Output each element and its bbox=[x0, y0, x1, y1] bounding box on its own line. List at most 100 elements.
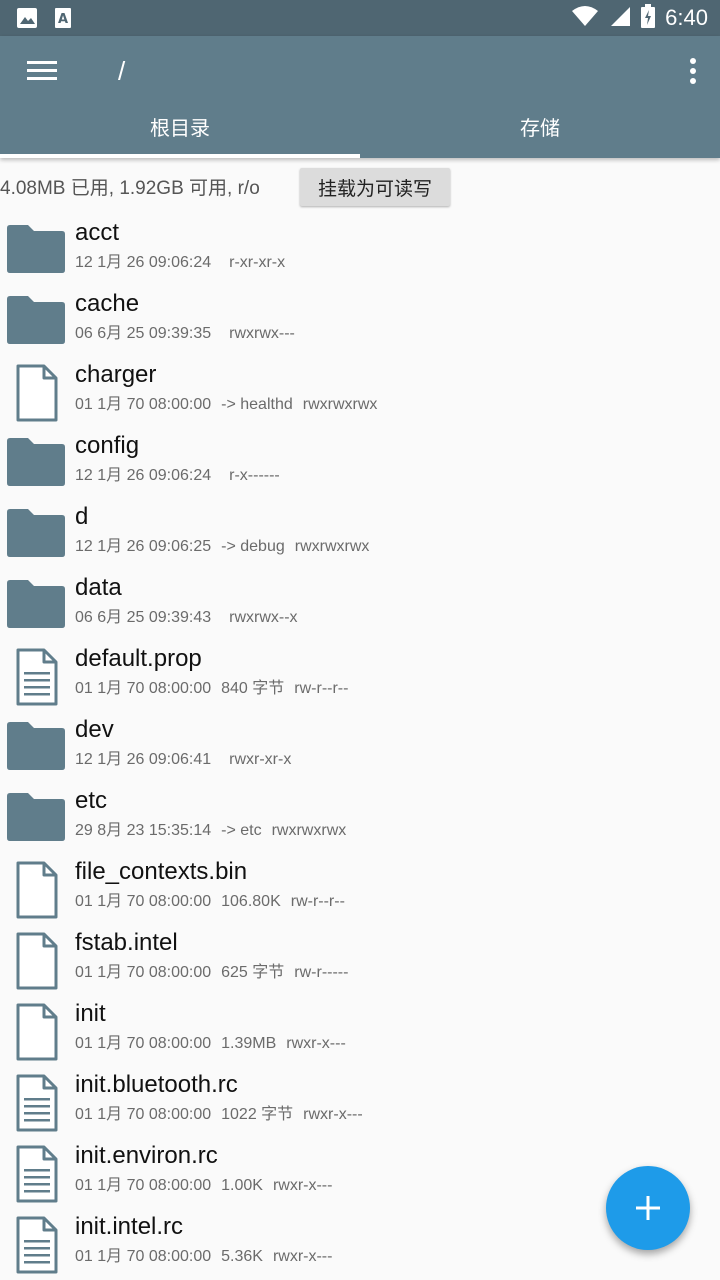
file-meta: 12 1月 26 09:06:25 -> debug rwxrwxrwx bbox=[75, 536, 379, 558]
file-permissions: rwxrwxrwx bbox=[294, 538, 370, 555]
file-date: 01 1月 70 08:00:00 bbox=[75, 1248, 212, 1265]
storage-info-bar: 4.08MB 已用, 1.92GB 可用, r/o 挂载为可读写 bbox=[0, 165, 720, 209]
file-name: config bbox=[75, 432, 140, 459]
overflow-menu-button[interactable] bbox=[688, 56, 698, 86]
file-name: etc bbox=[75, 787, 108, 814]
file-meta: 01 1月 70 08:00:00 1022 字节 rwxr-x--- bbox=[75, 1104, 373, 1126]
file-row[interactable]: cache 06 6月 25 09:39:35 rwxrwx--- bbox=[0, 283, 720, 354]
file-extra: 1.00K bbox=[221, 1177, 263, 1194]
hamburger-icon bbox=[27, 61, 57, 80]
folder-icon bbox=[6, 295, 66, 351]
file-row[interactable]: data 06 6月 25 09:39:43 rwxrwx--x bbox=[0, 567, 720, 638]
text-file-icon bbox=[6, 1074, 66, 1132]
file-name: init.bluetooth.rc bbox=[75, 1071, 238, 1098]
file-name: charger bbox=[75, 361, 157, 388]
file-row[interactable]: init.bluetooth.rc 01 1月 70 08:00:00 1022 字… bbox=[0, 1064, 720, 1135]
file-permissions: rwxr-x--- bbox=[286, 1035, 346, 1052]
text-file-icon bbox=[6, 1145, 66, 1203]
file-permissions: rw-r----- bbox=[294, 964, 349, 981]
file-row[interactable]: init 01 1月 70 08:00:00 1.39MB rwxr-x--- bbox=[0, 993, 720, 1064]
file-name: cache bbox=[75, 290, 140, 317]
more-vert-icon bbox=[690, 58, 696, 84]
svg-text:A: A bbox=[58, 12, 68, 27]
file-name: init.environ.rc bbox=[75, 1142, 218, 1169]
font-icon: A bbox=[54, 7, 72, 33]
file-meta: 06 6月 25 09:39:43 rwxrwx--x bbox=[75, 607, 308, 629]
file-name: data bbox=[75, 574, 122, 601]
file-extra: -> debug bbox=[221, 538, 285, 555]
file-date: 12 1月 26 09:06:24 bbox=[75, 254, 212, 271]
file-permissions: rwxrwx--- bbox=[229, 325, 295, 342]
file-name: dev bbox=[75, 716, 114, 743]
status-clock: 6:40 bbox=[665, 5, 708, 30]
file-meta: 01 1月 70 08:00:00 1.00K rwxr-x--- bbox=[75, 1175, 342, 1197]
menu-button[interactable] bbox=[24, 56, 60, 86]
file-row[interactable]: default.prop 01 1月 70 08:00:00 840 字节 rw-r-… bbox=[0, 638, 720, 709]
file-permissions: rwxr-x--- bbox=[272, 1248, 333, 1265]
file-date: 01 1月 70 08:00:00 bbox=[75, 1177, 212, 1194]
file-date: 01 1月 70 08:00:00 bbox=[75, 1106, 212, 1123]
file-row[interactable]: charger 01 1月 70 08:00:00 -> healthd rwxrwx… bbox=[0, 354, 720, 425]
file-icon bbox=[6, 1003, 66, 1061]
file-permissions: rwxrwxrwx bbox=[302, 396, 378, 413]
file-row[interactable]: file_contexts.bin 01 1月 70 08:00:00 106.80… bbox=[0, 851, 720, 922]
file-row[interactable]: fstab.intel 01 1月 70 08:00:00 625 字节 rw-r--… bbox=[0, 922, 720, 993]
signal-icon bbox=[609, 5, 631, 31]
file-name: init bbox=[75, 1000, 106, 1027]
text-file-icon bbox=[6, 648, 66, 706]
file-date: 12 1月 26 09:06:25 bbox=[75, 538, 212, 555]
file-row[interactable]: acct 12 1月 26 09:06:24 r-xr-xr-x bbox=[0, 212, 720, 283]
add-fab-button[interactable] bbox=[606, 1166, 690, 1250]
file-icon bbox=[6, 932, 66, 990]
file-name: default.prop bbox=[75, 645, 202, 672]
file-permissions: r-xr-xr-x bbox=[229, 254, 286, 271]
file-name: d bbox=[75, 503, 89, 530]
file-date: 12 1月 26 09:06:41 bbox=[75, 751, 212, 768]
file-extra: -> healthd bbox=[221, 396, 293, 413]
file-date: 06 6月 25 09:39:43 bbox=[75, 609, 212, 626]
file-meta: 01 1月 70 08:00:00 1.39MB rwxr-x--- bbox=[75, 1033, 356, 1055]
file-icon bbox=[6, 364, 66, 422]
file-meta: 01 1月 70 08:00:00 840 字节 rw-r--r-- bbox=[75, 678, 358, 700]
file-date: 01 1月 70 08:00:00 bbox=[75, 680, 212, 697]
file-date: 06 6月 25 09:39:35 bbox=[75, 325, 212, 342]
file-permissions: rwxrwxrwx bbox=[271, 822, 347, 839]
file-date: 01 1月 70 08:00:00 bbox=[75, 964, 212, 981]
mount-rw-button[interactable]: 挂载为可读写 bbox=[300, 168, 450, 206]
file-meta: 12 1月 26 09:06:24 r-xr-xr-x bbox=[75, 252, 295, 274]
image-icon bbox=[16, 7, 38, 33]
file-meta: 29 8月 23 15:35:14 -> etc rwxrwxrwx bbox=[75, 820, 356, 842]
file-extra: -> etc bbox=[221, 822, 262, 839]
tab-root[interactable]: 根目录 bbox=[0, 110, 360, 158]
file-meta: 06 6月 25 09:39:35 rwxrwx--- bbox=[75, 323, 305, 345]
file-row[interactable]: d 12 1月 26 09:06:25 -> debug rwxrwxrwx bbox=[0, 496, 720, 567]
file-row[interactable]: config 12 1月 26 09:06:24 r-x------ bbox=[0, 425, 720, 496]
file-name: init.intel.rc bbox=[75, 1213, 184, 1240]
file-name: file_contexts.bin bbox=[75, 858, 248, 885]
tab-bar: 根目录 存储 bbox=[0, 110, 720, 158]
file-icon bbox=[6, 861, 66, 919]
file-meta: 12 1月 26 09:06:24 r-x------ bbox=[75, 465, 290, 487]
status-bar: A 6:40 bbox=[0, 0, 720, 36]
file-extra: 106.80K bbox=[221, 893, 281, 910]
file-row[interactable]: etc 29 8月 23 15:35:14 -> etc rwxrwxrwx bbox=[0, 780, 720, 851]
file-extra: 625 字节 bbox=[221, 964, 285, 981]
file-row[interactable]: dev 12 1月 26 09:06:41 rwxr-xr-x bbox=[0, 709, 720, 780]
app-bar: / 根目录 存储 bbox=[0, 36, 720, 158]
file-date: 12 1月 26 09:06:24 bbox=[75, 467, 212, 484]
file-extra: 5.36K bbox=[221, 1248, 263, 1265]
wifi-icon bbox=[571, 5, 599, 31]
file-date: 01 1月 70 08:00:00 bbox=[75, 396, 212, 413]
file-name: fstab.intel bbox=[75, 929, 178, 956]
file-permissions: rw-r--r-- bbox=[290, 893, 345, 910]
file-extra: 1.39MB bbox=[221, 1035, 277, 1052]
tab-storage[interactable]: 存储 bbox=[360, 110, 720, 158]
battery-icon bbox=[641, 4, 656, 32]
folder-icon bbox=[6, 579, 66, 635]
file-permissions: rwxr-x--- bbox=[272, 1177, 333, 1194]
file-list: acct 12 1月 26 09:06:24 r-xr-xr-x cache 06 6月… bbox=[0, 212, 720, 1277]
file-date: 01 1月 70 08:00:00 bbox=[75, 1035, 212, 1052]
file-date: 01 1月 70 08:00:00 bbox=[75, 893, 212, 910]
folder-icon bbox=[6, 224, 66, 280]
folder-icon bbox=[6, 792, 66, 848]
